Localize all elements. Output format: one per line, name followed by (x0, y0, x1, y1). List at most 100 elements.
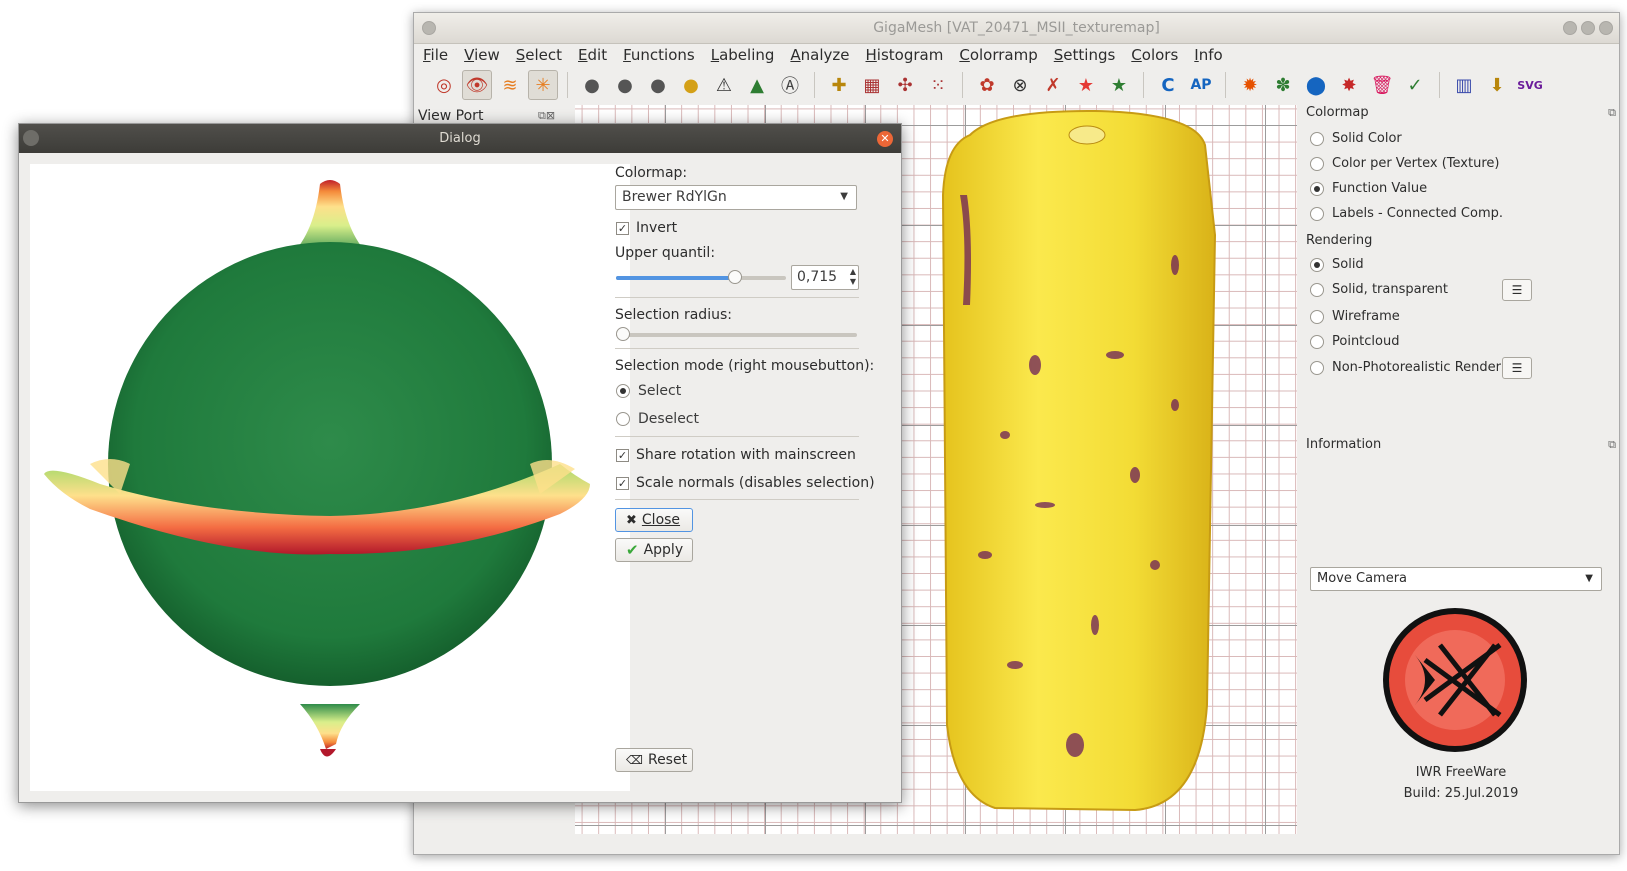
menu-colors[interactable]: Colors (1131, 44, 1178, 66)
radio-deselect[interactable]: Deselect (616, 411, 699, 427)
reset-view-icon[interactable]: ◎ (429, 70, 459, 100)
ap-icon[interactable]: AP (1186, 70, 1216, 100)
menu-view[interactable]: View (464, 44, 500, 66)
radio-indicator (1310, 206, 1324, 221)
minimize-icon[interactable] (1563, 21, 1577, 35)
npr-settings-button[interactable]: ☰ (1502, 357, 1532, 379)
menu-settings[interactable]: Settings (1054, 44, 1116, 66)
label-a-icon[interactable]: Ⓐ (775, 70, 805, 100)
build-label: Build: 25.Jul.2019 (1403, 786, 1519, 801)
radio-labels-connected[interactable]: Labels - Connected Comp. (1310, 206, 1503, 221)
menu-edit[interactable]: Edit (578, 44, 607, 66)
burst-icon[interactable]: ✹ (1235, 70, 1265, 100)
colormap-combobox[interactable]: Brewer RdYlGn ▼ (615, 185, 857, 210)
radio-solid-transparent[interactable]: Solid, transparent (1310, 282, 1448, 297)
download-icon[interactable]: ⬇ (1482, 70, 1512, 100)
radio-solid[interactable]: Solid (1310, 257, 1364, 272)
info-float-icon[interactable]: ⧉ (1608, 438, 1616, 452)
dot-grid-icon[interactable]: ⁙ (923, 70, 953, 100)
toolbar: ◎ 👁 ≋ ✳ ● ● ● ● ⚠ ▲ Ⓐ ✚ ▦ ✣ ⁙ ✿ ⊗ ✗ ★ ★ … (414, 66, 1619, 104)
main-titlebar: GigaMesh [VAT_20471_MSII_texturemap] (414, 13, 1619, 44)
menubar: File View Select Edit Functions Labeling… (414, 44, 1619, 66)
menu-analyze[interactable]: Analyze (790, 44, 849, 66)
colormap-section-title: Colormap (1306, 105, 1369, 120)
sphere-color-icon[interactable]: ● (676, 70, 706, 100)
radio-indicator (1310, 131, 1324, 146)
grid-icon[interactable]: ▦ (857, 70, 887, 100)
radio-color-per-vertex[interactable]: Color per Vertex (Texture) (1310, 156, 1499, 171)
menu-labeling[interactable]: Labeling (711, 44, 775, 66)
sphere-h-icon[interactable]: ● (577, 70, 607, 100)
selection-radius-label: Selection radius: (615, 307, 732, 323)
radio-select[interactable]: Select (616, 383, 681, 399)
selection-radius-slider-track[interactable] (616, 327, 857, 341)
upper-quantil-slider-track[interactable] (616, 270, 786, 284)
dialog-close-icon[interactable]: ✕ (877, 131, 893, 147)
marker-icon[interactable]: ✿ (972, 70, 1002, 100)
spin-arrows-icon[interactable]: ▲ ▼ (850, 267, 856, 287)
radio-function-value[interactable]: Function Value (1310, 181, 1427, 196)
information-section-title: Information (1306, 437, 1382, 452)
close-window-icon[interactable] (1599, 21, 1613, 35)
selection-mode-label: Selection mode (right mousebutton): (615, 358, 875, 374)
menu-file[interactable]: File (423, 44, 448, 66)
scale-normals-checkbox[interactable]: ✓ Scale normals (disables selection) (616, 475, 875, 491)
close-x-icon: ✖ (626, 512, 637, 528)
layers-icon[interactable]: ▥ (1449, 70, 1479, 100)
histogram-icon[interactable]: ▲ (742, 70, 772, 100)
mode-combobox[interactable]: Move Camera ▼ (1310, 567, 1602, 591)
colormap-dialog: Dialog ✕ Colormap: Brewer RdYlGn ▼ ✓ Inv… (18, 123, 902, 803)
invert-checkbox[interactable]: ✓ Invert (616, 220, 677, 236)
sphere-d-icon[interactable]: ● (610, 70, 640, 100)
view-mode-a-icon[interactable]: ✳ (528, 70, 558, 100)
apply-button[interactable]: ✔ Apply (615, 538, 693, 562)
radio-npr[interactable]: Non-Photorealistic Rendering (1310, 360, 1521, 375)
radio-indicator (1310, 309, 1324, 324)
reset-icon: ⌫ (626, 753, 643, 767)
dock-float-icon[interactable]: ⧉ (1608, 106, 1616, 120)
red-blob-icon[interactable]: ✸ (1334, 70, 1364, 100)
sphere-s-icon[interactable]: ● (643, 70, 673, 100)
share-rotation-checkbox[interactable]: ✓ Share rotation with mainscreen (616, 447, 856, 463)
right-dock: Colormap ⧉ Solid Color Color per Vertex … (1302, 105, 1620, 834)
check-icon[interactable]: ✓ (1400, 70, 1430, 100)
upper-quantil-slider-handle[interactable] (727, 270, 742, 284)
cluster-icon[interactable]: ✽ (1268, 70, 1298, 100)
upper-quantil-spinbox[interactable]: 0,715 ▲ ▼ (791, 265, 859, 290)
close-button[interactable]: ✖ Close (615, 508, 693, 532)
radio-indicator (1310, 181, 1324, 196)
radio-indicator (1310, 334, 1324, 349)
green-star-icon[interactable]: ★ (1104, 70, 1134, 100)
menu-colorramp[interactable]: Colorramp (959, 44, 1037, 66)
tripod-icon[interactable]: ⚠ (709, 70, 739, 100)
dialog-mesh-view[interactable] (30, 164, 630, 791)
red-star-icon[interactable]: ★ (1071, 70, 1101, 100)
logo-caption: IWR FreeWare (1415, 765, 1507, 780)
radio-wireframe[interactable]: Wireframe (1310, 309, 1400, 324)
radio-pointcloud[interactable]: Pointcloud (1310, 334, 1399, 349)
colormap-label: Colormap: (615, 165, 688, 181)
sphere-mesh (44, 180, 590, 757)
radio-solid-color[interactable]: Solid Color (1310, 131, 1402, 146)
polar-grid-icon[interactable]: ✣ (890, 70, 920, 100)
trash-icon[interactable]: 🗑 (1367, 70, 1397, 100)
svg-export-icon[interactable]: SVG (1515, 70, 1545, 100)
view-mode-2-icon[interactable]: ≋ (495, 70, 525, 100)
menu-functions[interactable]: Functions (623, 44, 695, 66)
reset-button[interactable]: ⌫ Reset (615, 748, 693, 772)
menu-select[interactable]: Select (516, 44, 562, 66)
no-select-icon[interactable]: ✗ (1038, 70, 1068, 100)
radio-indicator (1310, 257, 1324, 272)
magnify-icon[interactable]: ⊗ (1005, 70, 1035, 100)
blob-icon[interactable]: ⬤ (1301, 70, 1331, 100)
view-mode-1-icon[interactable]: 👁 (462, 70, 492, 100)
grid-add-icon[interactable]: ✚ (824, 70, 854, 100)
maximize-icon[interactable] (1581, 21, 1595, 35)
transparency-settings-button[interactable]: ☰ (1502, 279, 1532, 301)
selection-radius-slider-handle[interactable] (616, 327, 630, 341)
rendering-section-title: Rendering (1306, 233, 1373, 248)
c-icon[interactable]: C (1153, 70, 1183, 100)
menu-info[interactable]: Info (1194, 44, 1222, 66)
dialog-titlebar: Dialog ✕ (19, 124, 901, 153)
menu-histogram[interactable]: Histogram (866, 44, 944, 66)
